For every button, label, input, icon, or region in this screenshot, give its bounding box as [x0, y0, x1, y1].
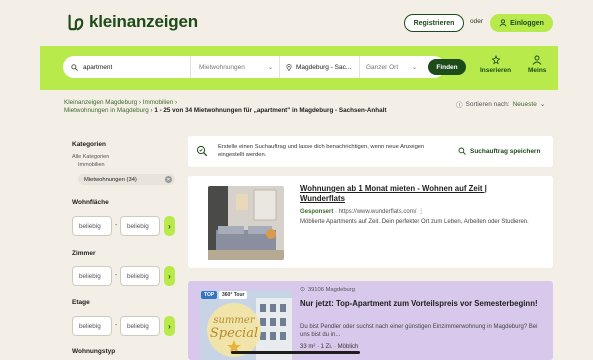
post-ad-button[interactable]: Inserieren [480, 55, 511, 74]
active-category-chip[interactable]: Mietwohnungen (34) ✕ [78, 174, 175, 185]
tour-badge: 360° Tour [219, 291, 248, 299]
categories-heading: Kategorien [72, 141, 106, 148]
apartment-photo: summer Special [200, 290, 292, 360]
floor-apply-button[interactable]: › [164, 316, 175, 336]
top-badge: TOP [201, 291, 218, 299]
sort-value: Neueste [512, 100, 537, 108]
floor-heading: Etage [72, 299, 90, 306]
filter-sidebar: Kategorien Alle Kategorien Immobilien Mi… [64, 136, 182, 360]
promo-text-line2: Special [210, 326, 258, 341]
category-value: Mietwohnungen [199, 63, 245, 71]
my-account-label: Meins [528, 67, 547, 74]
active-category-label: Mietwohnungen (34) [84, 176, 137, 183]
sort-select[interactable]: ⓘ Sortieren nach: Neueste ⌄ [456, 99, 546, 110]
sort-label: Sortieren nach: [465, 100, 510, 108]
register-button[interactable]: Registrieren [404, 14, 464, 32]
login-button[interactable]: Einloggen [490, 14, 553, 32]
location-value: Magdeburg - Sac... [296, 63, 352, 71]
listing-card[interactable]: summer Special TOP 360° Tour ⊙ 39106 Mag… [188, 281, 553, 360]
save-search-label: Suchauftrag speichern [470, 147, 541, 155]
rooms-min-input[interactable]: beliebig [72, 266, 112, 286]
chevron-right-icon: › [168, 271, 171, 281]
living-area-apply-button[interactable]: › [164, 216, 175, 236]
sponsored-label: Gesponsert [300, 209, 334, 215]
info-icon: ⓘ [456, 102, 463, 109]
search-alert-icon [196, 145, 208, 157]
header: kleinanzeigen Registrieren oder Einlogge… [0, 0, 593, 46]
listing-title[interactable]: Wohnungen ab 1 Monat mieten - Wohnen auf… [300, 184, 500, 204]
my-account-button[interactable]: Meins [528, 55, 546, 74]
brand-name: kleinanzeigen [89, 12, 198, 31]
rooms-apply-button[interactable]: › [164, 266, 175, 286]
breadcrumb-link-category[interactable]: Mietwohnungen in Magdeburg [64, 107, 149, 114]
promo-text-line1: summer [213, 315, 255, 326]
search-query: apartment [83, 63, 113, 71]
listing-image[interactable]: summer Special [200, 290, 292, 360]
location-pin-icon: ⊙ [300, 287, 305, 293]
location-input[interactable]: Magdeburg - Sac... [279, 56, 359, 78]
find-button[interactable]: Finden [428, 59, 466, 75]
search-input[interactable]: apartment [63, 56, 190, 78]
listing-location-text: 39106 Magdeburg [307, 287, 355, 293]
post-ad-icon [491, 55, 500, 65]
login-label: Einloggen [510, 19, 544, 27]
living-area-range: beliebig - beliebig › [72, 216, 176, 236]
rooms-heading: Zimmer [72, 250, 96, 257]
category-select[interactable]: Mietwohnungen ⌄ [190, 56, 279, 78]
more-options-icon[interactable]: ⋮ [418, 209, 424, 215]
post-ad-label: Inserieren [480, 67, 512, 74]
save-search-button[interactable]: Suchauftrag speichern [458, 147, 540, 155]
result-count: 1 - 25 von 34 Mietwohnungen für „apartme… [154, 107, 387, 114]
sponsor-url[interactable]: https://www.wunderflats.com/ [339, 209, 417, 215]
search-icon [71, 63, 78, 71]
rooms-max-input[interactable]: beliebig [120, 266, 160, 286]
floor-min-input[interactable]: beliebig [72, 316, 112, 336]
search-bar: apartment Mietwohnungen ⌄ Magdeburg - Sa… [40, 46, 558, 90]
radius-value: Ganzer Ort [366, 63, 399, 71]
person-icon [532, 55, 542, 65]
close-icon[interactable]: ✕ [165, 176, 172, 183]
home-indicator [231, 351, 360, 354]
radius-select[interactable]: Ganzer Ort ⌄ [359, 56, 423, 78]
location-pin-icon [286, 63, 292, 71]
range-dash: - [115, 322, 118, 329]
logo[interactable]: kleinanzeigen [66, 12, 198, 32]
living-area-max-input[interactable]: beliebig [120, 216, 160, 236]
rooms-range: beliebig - beliebig › [72, 266, 176, 286]
listing-attributes: 33 m² · 1 Zi. · Möblich [300, 344, 359, 350]
chevron-right-icon: › [168, 221, 171, 231]
floor-max-input[interactable]: beliebig [120, 316, 160, 336]
chevron-right-icon: › [168, 321, 171, 331]
search-box: apartment Mietwohnungen ⌄ Magdeburg - Sa… [63, 56, 445, 78]
save-search-icon [458, 147, 466, 155]
breadcrumb-link-city[interactable]: Kleinanzeigen Magdeburg [64, 99, 137, 106]
floor-range: beliebig - beliebig › [72, 316, 176, 336]
living-area-heading: Wohnfläche [72, 199, 109, 206]
listing-description: Möblierte Apartments auf Zeit. Dein perf… [300, 219, 529, 225]
breadcrumb-link-realestate[interactable]: Immobilien [143, 99, 173, 106]
range-dash: - [115, 222, 118, 229]
listing-image[interactable] [208, 186, 284, 260]
real-estate-link[interactable]: Immobilien [78, 162, 105, 169]
search-alert-text: Erstelle einen Suchauftrag und lasse dic… [218, 144, 425, 158]
breadcrumb: Kleinanzeigen Magdeburg › Immobilien › M… [64, 99, 387, 114]
listing-title[interactable]: Nur jetzt: Top-Apartment zum Vorteilspre… [300, 299, 540, 309]
chevron-down-icon: ⌄ [267, 64, 273, 71]
or-label: oder [470, 18, 484, 25]
listing-location: ⊙ 39106 Magdeburg [300, 287, 355, 293]
living-area-min-input[interactable]: beliebig [72, 216, 112, 236]
all-categories-link[interactable]: Alle Kategorien [72, 154, 109, 161]
listing-description: Du bist Pendler oder suchst nach einer g… [300, 324, 538, 338]
listing-card[interactable]: Wohnungen ab 1 Monat mieten - Wohnen auf… [188, 176, 553, 268]
listing-sponsor-line: Gesponsert · https://www.wunderflats.com… [300, 209, 425, 215]
search-alert-banner: Erstelle einen Suchauftrag und lasse dic… [188, 136, 553, 167]
chevron-down-icon: ⌄ [539, 101, 546, 108]
apartment-type-heading: Wohnungstyp [72, 348, 116, 355]
chevron-down-icon: ⌄ [411, 64, 417, 71]
apartment-photo [208, 186, 284, 260]
range-dash: - [115, 272, 118, 279]
kleinanzeigen-logo-icon [68, 14, 84, 31]
user-icon [499, 19, 507, 27]
